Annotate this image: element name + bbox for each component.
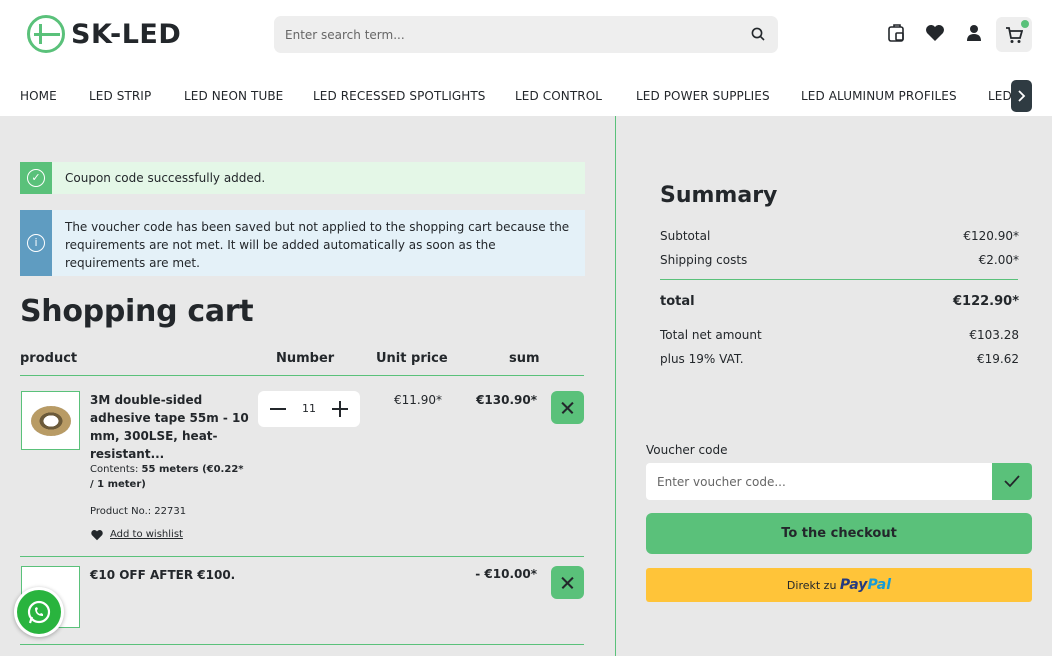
total-label: total bbox=[660, 294, 695, 309]
shipping-value: €2.00* bbox=[978, 253, 1019, 267]
voucher-label: Voucher code bbox=[646, 443, 728, 457]
quantity-stepper: 11 bbox=[258, 391, 360, 427]
vat-value: €19.62 bbox=[977, 352, 1019, 366]
remove-discount-button[interactable] bbox=[551, 566, 584, 599]
chevron-right-icon bbox=[1018, 90, 1026, 102]
net-value: €103.28 bbox=[969, 328, 1019, 342]
whatsapp-button[interactable] bbox=[14, 587, 64, 637]
cart-icon bbox=[1006, 27, 1023, 43]
page-title: Shopping cart bbox=[20, 294, 254, 329]
nav-item-led[interactable]: LED bbox=[988, 89, 1012, 103]
checkout-button[interactable]: To the checkout bbox=[646, 513, 1032, 554]
subtotal-label: Subtotal bbox=[660, 229, 711, 243]
success-alert-text: Coupon code successfully added. bbox=[65, 171, 266, 185]
alert-side: ✓ bbox=[20, 162, 52, 194]
compare-icon[interactable] bbox=[886, 22, 908, 44]
header: SK-LED bbox=[0, 0, 1052, 73]
line-sum: €130.90* bbox=[476, 393, 537, 407]
wishlist-label: Add to wishlist bbox=[110, 529, 183, 540]
contents-label: Contents: bbox=[90, 464, 139, 475]
column-sum: sum bbox=[509, 351, 540, 366]
paypal-prefix: Direkt zu bbox=[786, 579, 837, 592]
product-thumbnail[interactable] bbox=[21, 391, 80, 450]
check-icon bbox=[1004, 475, 1020, 488]
summary-divider bbox=[660, 279, 1018, 280]
nav-item-led-strip[interactable]: LED STRIP bbox=[89, 89, 151, 103]
voucher-submit-button[interactable] bbox=[992, 463, 1032, 500]
row-divider bbox=[20, 556, 584, 557]
paypal-button[interactable]: Direkt zu PayPal bbox=[646, 568, 1032, 602]
nav-item-home[interactable]: HOME bbox=[20, 89, 57, 103]
product-name[interactable]: 3M double-sided adhesive tape 55m - 10 m… bbox=[90, 391, 250, 463]
heart-icon[interactable] bbox=[924, 22, 946, 44]
info-icon: i bbox=[27, 234, 45, 252]
info-alert: i The voucher code has been saved but no… bbox=[20, 210, 585, 276]
discount-name: €10 OFF AFTER €100. bbox=[90, 568, 236, 582]
total-value: €122.90* bbox=[952, 294, 1019, 309]
column-number: Number bbox=[276, 351, 335, 366]
success-alert: ✓ Coupon code successfully added. bbox=[20, 162, 585, 194]
nav-item-led-power-supplies[interactable]: LED POWER SUPPLIES bbox=[636, 89, 770, 103]
search-input[interactable] bbox=[274, 16, 714, 53]
check-circle-icon: ✓ bbox=[27, 169, 45, 187]
nav-next-button[interactable] bbox=[1011, 80, 1032, 112]
remove-button[interactable] bbox=[551, 391, 584, 424]
row-divider bbox=[20, 644, 584, 645]
search-icon[interactable] bbox=[751, 27, 765, 41]
nav-item-led-neon-tube[interactable]: LED NEON TUBE bbox=[184, 89, 283, 103]
product-contents: Contents: 55 meters (€0.22* / 1 meter) bbox=[90, 462, 250, 492]
brand-logo[interactable]: SK-LED bbox=[27, 15, 181, 53]
info-alert-text: The voucher code has been saved but not … bbox=[65, 220, 570, 270]
alert-side: i bbox=[20, 210, 52, 276]
search-bar bbox=[274, 16, 778, 53]
quantity-value[interactable]: 11 bbox=[296, 402, 322, 415]
cart-badge bbox=[1021, 20, 1029, 28]
voucher-input[interactable] bbox=[646, 463, 986, 500]
net-label: Total net amount bbox=[660, 328, 762, 342]
table-header-divider bbox=[20, 375, 584, 376]
product-number: Product No.: 22731 bbox=[90, 506, 187, 517]
paypal-logo-pay: Pay bbox=[839, 577, 868, 593]
column-divider bbox=[615, 116, 616, 656]
nav-item-led-control[interactable]: LED CONTROL bbox=[515, 89, 602, 103]
subtotal-value: €120.90* bbox=[963, 229, 1019, 243]
minus-icon[interactable] bbox=[270, 408, 286, 410]
whatsapp-icon bbox=[17, 590, 61, 634]
voucher-field bbox=[646, 463, 1032, 500]
vat-label: plus 19% VAT. bbox=[660, 352, 744, 366]
shipping-label: Shipping costs bbox=[660, 253, 748, 267]
discount-sum: - €10.00* bbox=[475, 567, 537, 581]
wishlist-link[interactable]: Add to wishlist bbox=[90, 528, 183, 541]
brand-name: SK-LED bbox=[71, 18, 182, 50]
main-nav: HOME LED STRIP LED NEON TUBE LED RECESSE… bbox=[0, 73, 1052, 116]
paypal-logo-pal: Pal bbox=[867, 577, 892, 593]
unit-price: €11.90* bbox=[394, 393, 442, 407]
column-unit-price: Unit price bbox=[376, 351, 448, 366]
nav-item-led-recessed-spotlights[interactable]: LED RECESSED SPOTLIGHTS bbox=[313, 89, 486, 103]
column-product: product bbox=[20, 351, 78, 366]
summary-title: Summary bbox=[660, 183, 778, 208]
logo-icon bbox=[27, 15, 65, 53]
cart-button[interactable] bbox=[996, 17, 1032, 52]
nav-item-led-aluminum-profiles[interactable]: LED ALUMINUM PROFILES bbox=[801, 89, 957, 103]
user-icon[interactable] bbox=[963, 22, 985, 44]
heart-icon bbox=[91, 530, 103, 541]
tape-image bbox=[31, 406, 71, 436]
